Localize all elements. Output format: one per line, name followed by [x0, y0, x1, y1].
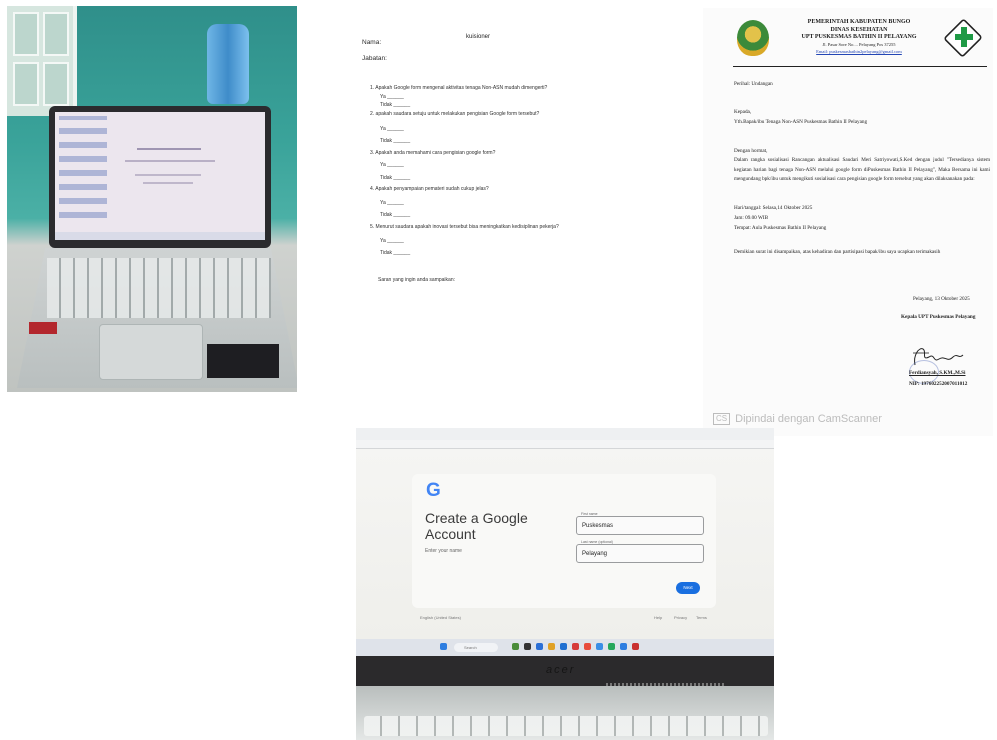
signer-position: Kepala UPT Puskesmas Pelayang: [901, 314, 976, 320]
signer-name: Ferdiansyah, S.KM.,M.Si: [909, 370, 966, 376]
question-1: 1. Apakah Google form mengenal aktivitas…: [370, 85, 548, 91]
event-place: Tempat: Aula Puskesmas Bathin II Pelayan…: [734, 225, 827, 231]
questionnaire-title: kuisioner: [466, 34, 491, 40]
letter-date: Pelayang, 13 Oktober 2025: [913, 296, 970, 302]
answer-yes: Ya ______: [380, 238, 404, 244]
questionnaire-scan: kuisioner Nama: Jabatan: 1. Apakah Googl…: [350, 14, 695, 394]
answer-no: Tidak ______: [380, 138, 411, 144]
kepada: Kepada,: [734, 109, 752, 115]
invitation-letter: PEMERINTAH KABUPATEN BUNGO DINAS KESEHAT…: [703, 8, 993, 436]
jabatan-label: Jabatan:: [362, 55, 387, 62]
question-3: 3. Apakah anda memahami cara pengisian g…: [370, 150, 496, 156]
keyboard: [47, 258, 271, 318]
language-select[interactable]: English (United States): [420, 615, 461, 620]
last-name-field[interactable]: Last name (optional) Pelayang: [576, 540, 704, 563]
keyboard: [364, 716, 768, 736]
signup-title: Create a Google Account: [425, 510, 528, 542]
perihal: Perihal: Undangan: [734, 81, 773, 87]
app-icon[interactable]: [524, 643, 531, 650]
question-4: 4. Apakah penyampaian pemateri sudah cuk…: [370, 186, 489, 192]
touchpad: [99, 324, 203, 380]
letterhead-line-2: DINAS KESEHATAN: [830, 26, 888, 33]
app-icon[interactable]: [620, 643, 627, 650]
browser-address-bar: [356, 428, 774, 440]
terms-link[interactable]: Terms: [696, 615, 707, 620]
privacy-link[interactable]: Privacy: [674, 615, 687, 620]
taskbar: [55, 232, 265, 240]
letterhead: PEMERINTAH KABUPATEN BUNGO DINAS KESEHAT…: [777, 19, 941, 55]
saran-label: Saran yang ingin anda sampaikan:: [378, 277, 455, 283]
event-time: Jam: 09.00 WIB: [734, 215, 769, 221]
answer-yes: Ya ______: [380, 94, 404, 100]
taskbar-search[interactable]: Search: [454, 643, 498, 652]
camscanner-icon: CS: [713, 413, 731, 425]
letterhead-rule: [733, 66, 987, 67]
next-button[interactable]: Next: [676, 582, 700, 594]
answer-no: Tidak ______: [380, 175, 411, 181]
answer-no: Tidak ______: [380, 250, 411, 256]
amd-sticker: [29, 322, 57, 334]
health-cross-icon: [955, 27, 973, 47]
letterhead-line-1: PEMERINTAH KABUPATEN BUNGO: [807, 19, 911, 25]
last-name-value: Pelayang: [582, 551, 608, 557]
answer-no: Tidak ______: [380, 212, 411, 218]
event-date: Hari/tanggal: Selasa,14 Oktober 2025: [734, 205, 813, 211]
chrome-icon[interactable]: [584, 643, 591, 650]
first-name-value: Puskesmas: [582, 523, 614, 529]
first-name-label: First name: [580, 512, 599, 516]
letterhead-email: Email: puskesmasbathin2pelayang@gmail.co…: [816, 48, 902, 54]
answer-yes: Ya ______: [380, 200, 404, 206]
spec-sticker: [207, 344, 279, 378]
last-name-label: Last name (optional): [580, 540, 614, 544]
laptop-photo: [7, 6, 297, 392]
windows-start-icon[interactable]: [440, 643, 447, 650]
scan-collage: kuisioner Nama: Jabatan: 1. Apakah Googl…: [0, 0, 997, 740]
google-logo: G: [426, 480, 441, 501]
folder-icon[interactable]: [548, 643, 555, 650]
question-2: 2. apakah saudara setuju untuk melakukan…: [370, 111, 540, 117]
letter-body: Dalam rangka sosialisasi Rancangan aktua…: [734, 157, 990, 182]
app-icon[interactable]: [512, 643, 519, 650]
app-icon[interactable]: [632, 643, 639, 650]
help-link[interactable]: Help: [654, 615, 662, 620]
first-name-field[interactable]: First name Puskesmas: [576, 512, 704, 535]
signup-subtitle: Enter your name: [425, 548, 462, 554]
bookmarks-bar: [356, 440, 774, 449]
google-signup-photo: G Create a Google Account Enter your nam…: [356, 428, 774, 740]
desktop-icons: [59, 116, 107, 226]
answer-no: Tidak ______: [380, 102, 411, 108]
whatsapp-icon[interactable]: [608, 643, 615, 650]
app-icon[interactable]: [560, 643, 567, 650]
water-gallon: [207, 24, 249, 104]
answer-yes: Ya ______: [380, 126, 404, 132]
letterhead-line-3: UPT PUSKESMAS BATHIN II PELAYANG: [801, 34, 917, 40]
window-frame: [7, 6, 77, 116]
signer-nip: NIP: 197602252007011012: [909, 381, 968, 387]
nama-label: Nama:: [362, 39, 382, 46]
answer-yes: Ya ______: [380, 162, 404, 168]
camscanner-text: Dipindai dengan CamScanner: [735, 413, 882, 425]
closing: Demikian surat ini disampaikan, atas keh…: [734, 249, 941, 255]
acer-logo: acer: [546, 664, 576, 676]
bungo-regency-logo: [737, 20, 769, 56]
recipient: Yth.Bapak/ibu Tenaga Non-ASN Puskesmas B…: [734, 119, 868, 125]
app-icon[interactable]: [572, 643, 579, 650]
app-icon[interactable]: [536, 643, 543, 650]
app-icon[interactable]: [596, 643, 603, 650]
camscanner-watermark: CS Dipindai dengan CamScanner: [713, 413, 882, 425]
question-5: 5. Menurut saudara apakah inovasi terseb…: [370, 224, 559, 230]
